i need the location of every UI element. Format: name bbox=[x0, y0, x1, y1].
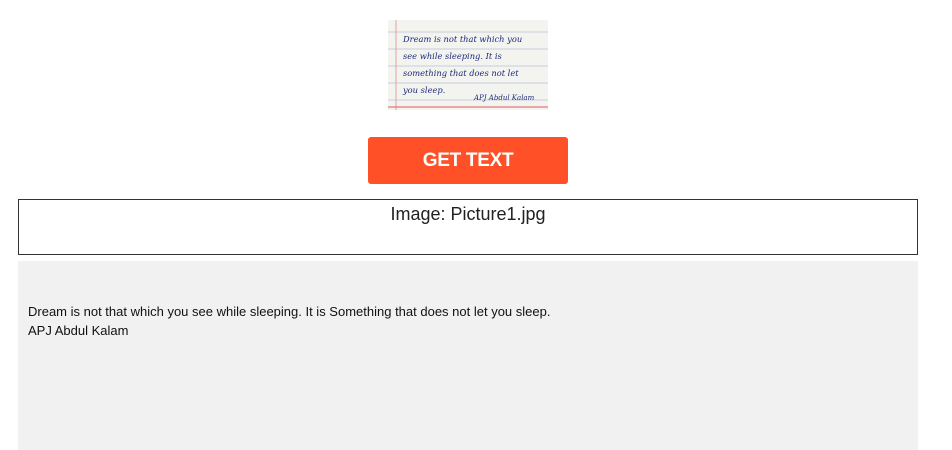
handwritten-signature: APJ Abdul Kalam bbox=[473, 94, 535, 102]
get-text-button[interactable]: GET TEXT bbox=[368, 137, 568, 184]
handwritten-line: Dream is not that which you bbox=[402, 34, 522, 44]
ocr-page: Dream is not that which you see while sl… bbox=[0, 0, 952, 450]
file-name-box: Image: Picture1.jpg bbox=[18, 199, 918, 255]
extracted-text-line: APJ Abdul Kalam bbox=[28, 323, 129, 338]
file-name-label: Image: Picture1.jpg bbox=[390, 204, 546, 224]
extracted-text: Dream is not that which you see while sl… bbox=[28, 302, 550, 340]
handwritten-line: something that does not let bbox=[403, 68, 519, 78]
extracted-text-line: Dream is not that which you see while sl… bbox=[28, 304, 551, 319]
handwritten-line: you sleep. bbox=[402, 85, 445, 95]
handwritten-image-preview: Dream is not that which you see while sl… bbox=[388, 20, 548, 110]
handwritten-line: see while sleeping. It is bbox=[403, 51, 502, 61]
extracted-text-area[interactable]: Dream is not that which you see while sl… bbox=[18, 261, 918, 450]
handwritten-note-image: Dream is not that which you see while sl… bbox=[388, 20, 548, 110]
